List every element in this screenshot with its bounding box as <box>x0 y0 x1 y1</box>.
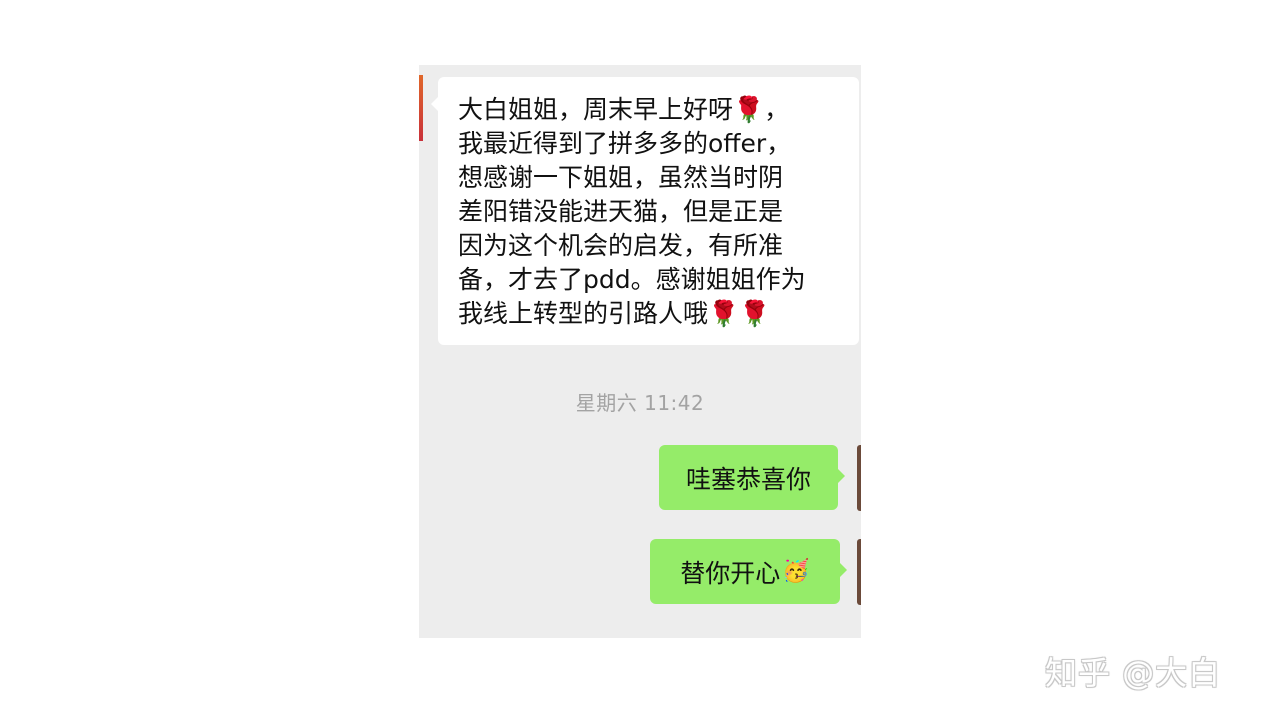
message-line: 因为这个机会的启发，有所准 <box>458 231 784 260</box>
outgoing-message-bubble[interactable]: 替你开心 🥳 <box>650 539 847 604</box>
outgoing-message-text: 替你开心 <box>680 558 781 588</box>
message-line: 想感谢一下姐姐，虽然当时阴 <box>458 163 784 192</box>
screenshot-page: 大白姐姐，周末早上好呀🌹， 我最近得到了拼多多的offer， 想感谢一下姐姐，虽… <box>0 0 1280 720</box>
incoming-message-bubble[interactable]: 大白姐姐，周末早上好呀🌹， 我最近得到了拼多多的offer， 想感谢一下姐姐，虽… <box>431 77 859 345</box>
message-line: 备，才去了pdd。感谢姐姐作为 <box>458 265 806 294</box>
party-face-emoji-icon: 🥳 <box>782 559 810 584</box>
message-line: 大白姐姐，周末早上好呀🌹， <box>458 95 790 124</box>
message-line: 我线上转型的引路人哦🌹🌹 <box>458 299 771 328</box>
chat-window[interactable]: 大白姐姐，周末早上好呀🌹， 我最近得到了拼多多的offer， 想感谢一下姐姐，虽… <box>419 65 861 638</box>
sender-avatar[interactable] <box>419 75 423 141</box>
message-line: 差阳错没能进天猫，但是正是 <box>458 197 784 226</box>
message-timestamp: 星期六 11:42 <box>575 391 705 415</box>
self-avatar[interactable] <box>857 539 861 605</box>
self-avatar[interactable] <box>857 445 861 511</box>
outgoing-message-text: 哇塞恭喜你 <box>685 464 811 494</box>
outgoing-message-bubble[interactable]: 哇塞恭喜你 <box>659 445 845 510</box>
message-line: 我最近得到了拼多多的offer， <box>458 129 792 158</box>
zhihu-watermark: 知乎 @大白 <box>1045 654 1222 692</box>
